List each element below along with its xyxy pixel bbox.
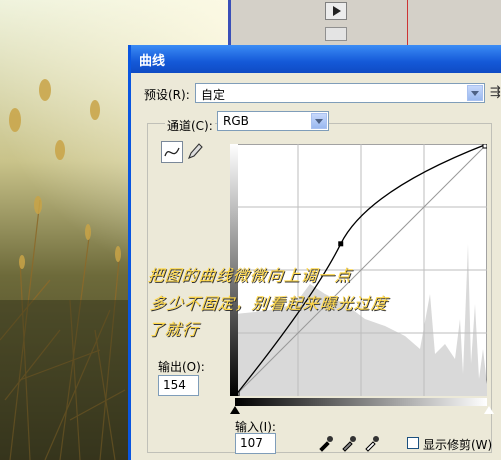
dropdown-arrow-icon[interactable] — [311, 113, 327, 129]
dialog-titlebar[interactable]: 曲线 — [131, 45, 501, 73]
white-point-eyedropper-icon[interactable] — [363, 434, 381, 452]
curve-tool-icon — [164, 147, 180, 157]
show-clipping-checkbox[interactable] — [407, 437, 419, 449]
input-field[interactable]: 107 — [235, 433, 276, 454]
dialog-title: 曲线 — [139, 54, 166, 69]
preset-options-icon[interactable]: ⇶ — [490, 85, 501, 100]
show-clipping-label: 显示修剪(W) — [423, 438, 493, 452]
layers-panel-fragment — [228, 0, 501, 45]
play-icon — [333, 6, 341, 16]
curve-tool-button[interactable] — [161, 141, 183, 163]
play-button[interactable] — [325, 2, 347, 20]
annotation-line-3: 了就行 — [146, 320, 200, 339]
curves-dialog: 曲线 预设(R): 自定 ⇶ 通道(C): RGB 输出(O): 154 输入(… — [128, 45, 501, 460]
channel-select[interactable]: RGB — [217, 111, 329, 131]
pencil-tool-icon — [188, 143, 203, 159]
black-point-slider[interactable] — [230, 406, 240, 414]
preset-value: 自定 — [201, 88, 226, 102]
panel-divider — [407, 0, 408, 45]
black-point-eyedropper-icon[interactable] — [317, 434, 335, 452]
channel-value: RGB — [223, 114, 249, 128]
curve-control-point[interactable] — [338, 241, 344, 247]
white-point-slider[interactable] — [484, 406, 494, 414]
channel-label: 通道(C): — [165, 117, 215, 134]
preset-label: 预设(R): — [144, 88, 190, 102]
annotation-line-2: 多少不固定，别看起来曝光过度 — [148, 294, 389, 313]
output-label: 输出(O): — [158, 360, 205, 374]
input-gradient-bar — [235, 398, 487, 406]
dropdown-arrow-icon[interactable] — [467, 85, 483, 101]
panel-button[interactable] — [325, 27, 347, 41]
panel-border — [228, 0, 231, 45]
pencil-tool-button[interactable] — [185, 141, 207, 163]
preset-select[interactable]: 自定 — [195, 83, 485, 103]
output-field[interactable]: 154 — [158, 375, 199, 396]
annotation-line-1: 把图的曲线微微向上调一点 — [146, 266, 353, 285]
gray-point-eyedropper-icon[interactable] — [340, 434, 358, 452]
curve-endpoint-white[interactable] — [482, 144, 487, 149]
